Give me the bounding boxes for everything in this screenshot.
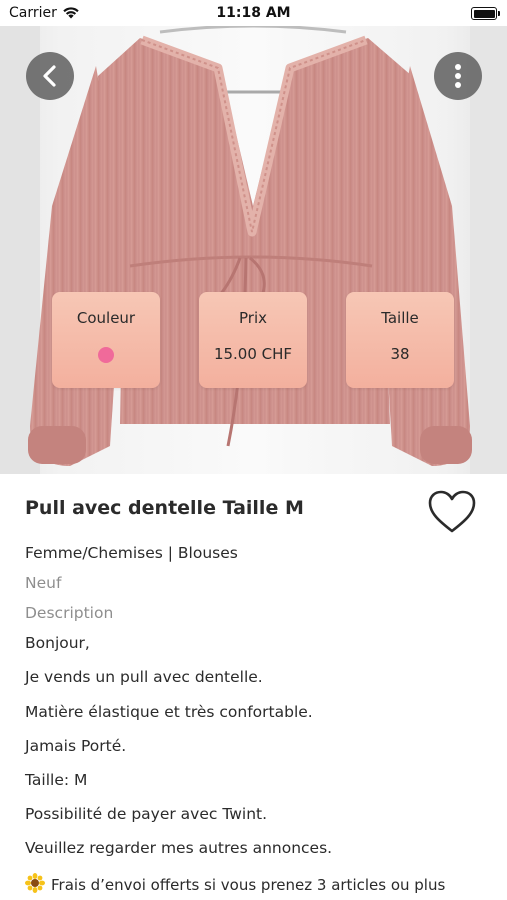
description-line-shipping: Frais d’envoi offerts si vous prenez 3 a… [25,873,445,894]
color-swatch [98,347,114,363]
shipping-text: Frais d’envoi offerts si vous prenez 3 a… [51,876,446,894]
description-line: Veuillez regarder mes autres annonces. [25,839,333,857]
description-line: Bonjour, [25,634,90,652]
description-line: Je vends un pull avec dentelle. [25,668,263,686]
price-label: Prix [239,309,267,327]
size-card: Taille 38 [346,292,454,388]
description-line: Jamais Porté. [25,737,127,755]
more-options-button[interactable] [434,52,482,100]
clock: 11:18 AM [216,5,291,21]
product-title: Pull avec dentelle Taille M [25,497,304,519]
category: Femme/Chemises | Blouses [25,544,238,562]
color-card: Couleur [52,292,160,388]
price-value: 15.00 CHF [213,345,293,363]
product-image[interactable]: Couleur Prix 15.00 CHF Taille 38 [0,26,507,474]
status-bar: Carrier 11:18 AM [0,0,507,26]
description-label: Description [25,604,114,622]
description-line: Possibilité de payer avec Twint. [25,805,268,823]
description-line: Taille: M [25,771,88,789]
sunflower-emoji-icon [25,873,45,893]
color-label: Couleur [76,309,136,327]
size-label: Taille [381,309,419,327]
description-line: Matière élastique et très confortable. [25,703,313,721]
product-photo [0,26,507,474]
price-card: Prix 15.00 CHF [199,292,307,388]
battery-icon [471,7,500,20]
back-button[interactable] [26,52,74,100]
size-value: 38 [390,345,410,363]
heart-outline-icon[interactable] [427,489,477,535]
condition: Neuf [25,574,62,592]
chevron-left-icon [43,65,56,87]
more-vertical-icon [455,64,461,88]
